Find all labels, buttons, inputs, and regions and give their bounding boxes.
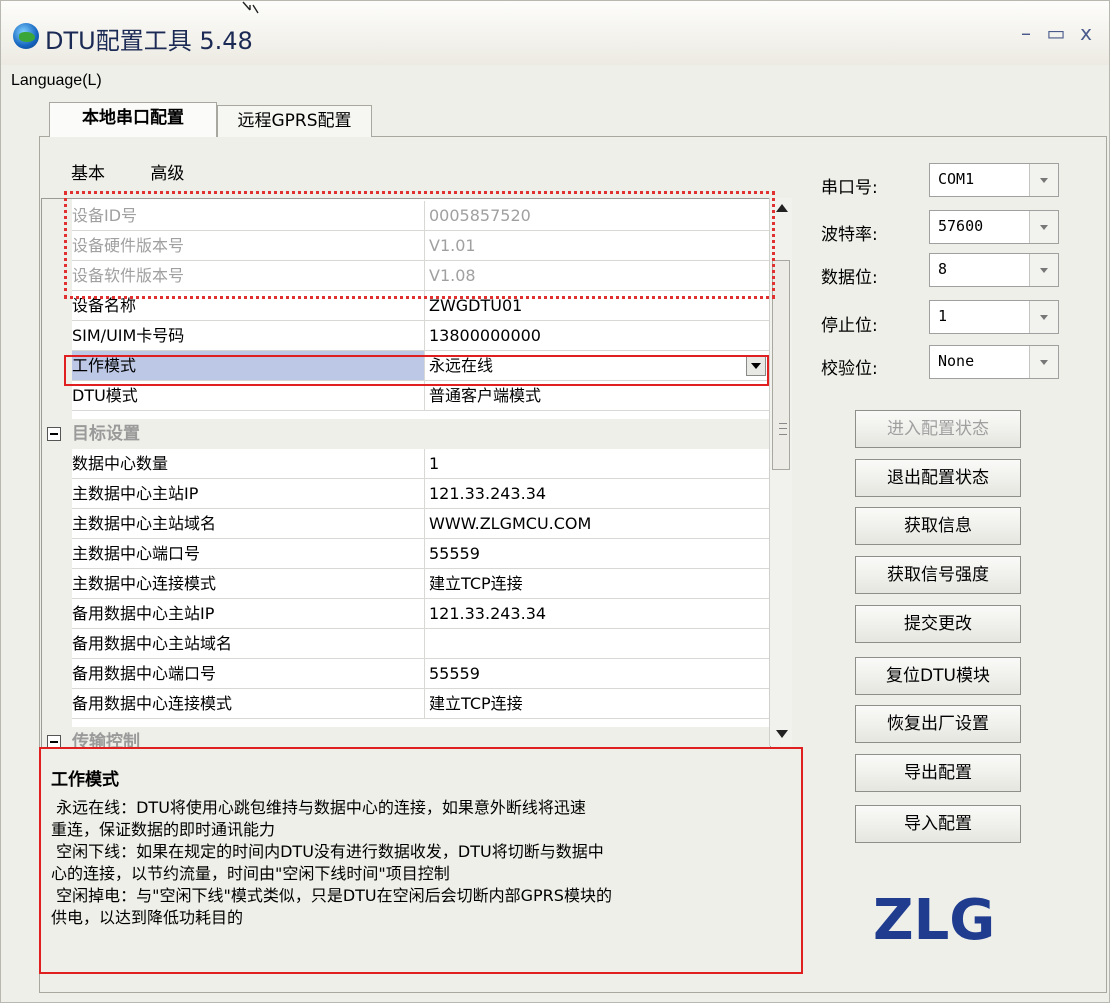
row-key: 备用数据中心端口号 (72, 659, 425, 689)
databits-label: 数据位: (821, 268, 878, 288)
baud-value: 57600 (938, 217, 984, 235)
chevron-down-icon[interactable] (1029, 254, 1058, 286)
chevron-down-icon[interactable] (1029, 301, 1058, 333)
row-center-count[interactable]: 数据中心数量 1 (42, 449, 770, 479)
exit-config-button[interactable]: 退出配置状态 (855, 459, 1021, 497)
row-value[interactable]: 121.33.243.34 (425, 479, 770, 509)
row-value[interactable]: 121.33.243.34 (425, 599, 770, 629)
tab-remote-gprs[interactable]: 远程GPRS配置 (217, 105, 372, 137)
row-backup-conn-mode[interactable]: 备用数据中心连接模式 建立TCP连接 (42, 689, 770, 719)
menu-bar: Language(L) (1, 65, 1109, 97)
collapse-icon[interactable] (47, 427, 61, 441)
row-value[interactable]: 建立TCP连接 (425, 689, 770, 719)
import-config-button[interactable]: 导入配置 (855, 805, 1021, 843)
baud-label: 波特率: (821, 225, 878, 245)
stopbits-select[interactable]: 1 (929, 300, 1059, 334)
description-title: 工作模式 (51, 770, 119, 790)
databits-value: 8 (938, 260, 948, 278)
row-key: 主数据中心主站域名 (72, 509, 425, 539)
submit-button[interactable]: 提交更改 (855, 605, 1021, 643)
row-backup-port[interactable]: 备用数据中心端口号 55559 (42, 659, 770, 689)
row-key: 备用数据中心主站IP (72, 599, 425, 629)
row-main-domain[interactable]: 主数据中心主站域名 WWW.ZLGMCU.COM (42, 509, 770, 539)
reset-dtu-button[interactable]: 复位DTU模块 (855, 657, 1021, 695)
row-value[interactable]: 55559 (425, 659, 770, 689)
row-key: SIM/UIM卡号码 (72, 321, 425, 351)
subtab-bar: 基本 高级 (71, 159, 184, 184)
row-value[interactable] (425, 629, 770, 659)
row-value[interactable]: 1 (425, 449, 770, 479)
stopbits-label: 停止位: (821, 316, 878, 336)
category-transfer-control[interactable]: 传输控制 (42, 727, 770, 748)
minimize-button[interactable]: – (1011, 19, 1041, 47)
category-label: 目标设置 (72, 424, 140, 444)
mouse-cursor-icon (242, 1, 259, 14)
readonly-highlight-box (64, 191, 775, 299)
row-backup-ip[interactable]: 备用数据中心主站IP 121.33.243.34 (42, 599, 770, 629)
row-main-conn-mode[interactable]: 主数据中心连接模式 建立TCP连接 (42, 569, 770, 599)
stopbits-value: 1 (938, 307, 948, 325)
chevron-down-icon[interactable] (1029, 346, 1058, 378)
category-label: 传输控制 (72, 732, 140, 748)
row-key: 主数据中心主站IP (72, 479, 425, 509)
port-value: COM1 (938, 170, 975, 188)
chevron-down-icon[interactable] (1029, 211, 1058, 243)
row-sim-number[interactable]: SIM/UIM卡号码 13800000000 (42, 321, 770, 351)
row-key: 主数据中心端口号 (72, 539, 425, 569)
row-main-port[interactable]: 主数据中心端口号 55559 (42, 539, 770, 569)
port-label: 串口号: (821, 178, 878, 198)
get-signal-button[interactable]: 获取信号强度 (855, 556, 1021, 594)
tab-local-serial[interactable]: 本地串口配置 (49, 102, 217, 137)
row-backup-domain[interactable]: 备用数据中心主站域名 (42, 629, 770, 659)
row-key: 备用数据中心连接模式 (72, 689, 425, 719)
databits-select[interactable]: 8 (929, 253, 1059, 287)
row-value[interactable]: 55559 (425, 539, 770, 569)
row-value[interactable]: 13800000000 (425, 321, 770, 351)
subtab-advanced[interactable]: 高级 (150, 164, 184, 184)
title-bar: DTU配置工具 5.48 – ▭ x (1, 1, 1109, 65)
row-value[interactable]: WWW.ZLGMCU.COM (425, 509, 770, 539)
enter-config-button[interactable]: 进入配置状态 (855, 410, 1021, 448)
grip-icon (779, 423, 787, 435)
row-value[interactable]: 建立TCP连接 (425, 569, 770, 599)
category-target-settings[interactable]: 目标设置 (42, 419, 770, 449)
subtab-basic[interactable]: 基本 (71, 164, 105, 184)
port-select[interactable]: COM1 (929, 163, 1059, 197)
logo-text: ZLG (873, 889, 995, 945)
selected-row-highlight-box (64, 355, 769, 386)
chevron-down-icon[interactable] (1029, 164, 1058, 196)
scroll-down-arrow-icon[interactable] (776, 730, 788, 738)
parity-select[interactable]: None (929, 345, 1059, 379)
description-panel: 工作模式 永远在线：DTU将使用心跳包维持与数据中心的连接，如果意外断线将迅速 … (39, 747, 803, 974)
get-info-button[interactable]: 获取信息 (855, 507, 1021, 545)
baud-select[interactable]: 57600 (929, 210, 1059, 244)
app-globe-icon (13, 23, 39, 49)
menu-language[interactable]: Language(L) (11, 72, 102, 90)
export-config-button[interactable]: 导出配置 (855, 754, 1021, 792)
window-title: DTU配置工具 5.48 (45, 27, 253, 55)
close-button[interactable]: x (1071, 19, 1101, 47)
description-body: 永远在线：DTU将使用心跳包维持与数据中心的连接，如果意外断线将迅速 重连，保证… (51, 798, 612, 927)
parity-value: None (938, 352, 975, 370)
parity-label: 校验位: (821, 359, 878, 379)
zlg-logo: ZLG (873, 889, 995, 945)
row-key: 数据中心数量 (72, 449, 425, 479)
factory-reset-button[interactable]: 恢复出厂设置 (855, 705, 1021, 743)
row-key: 备用数据中心主站域名 (72, 629, 425, 659)
row-key: 主数据中心连接模式 (72, 569, 425, 599)
scroll-up-arrow-icon[interactable] (776, 204, 788, 212)
maximize-button[interactable]: ▭ (1041, 19, 1071, 47)
row-main-ip[interactable]: 主数据中心主站IP 121.33.243.34 (42, 479, 770, 509)
main-window: DTU配置工具 5.48 – ▭ x Language(L) 本地串口配置 远程… (0, 0, 1110, 1003)
